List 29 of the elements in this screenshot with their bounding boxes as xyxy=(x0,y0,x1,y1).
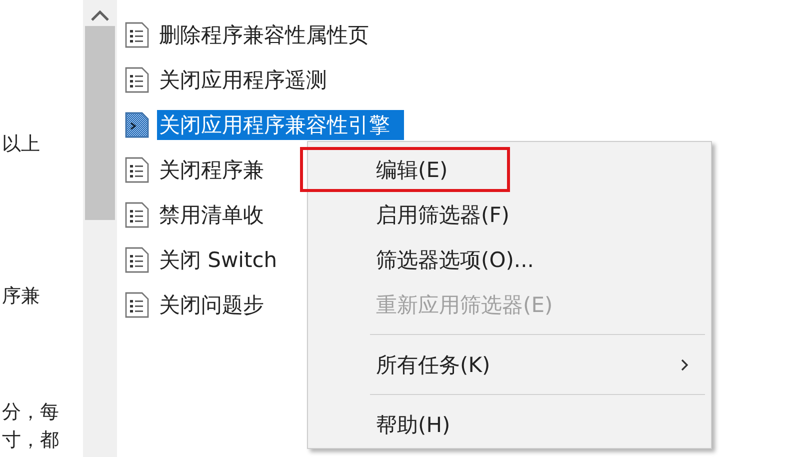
policy-setting-icon xyxy=(125,156,149,182)
policy-label: 禁用清单收 xyxy=(158,202,265,228)
policy-setting-icon xyxy=(125,246,149,272)
policy-label: 删除程序兼容性属性页 xyxy=(158,22,370,48)
policy-setting-icon xyxy=(125,112,149,138)
scrollbar[interactable] xyxy=(83,0,117,457)
policy-item[interactable]: 删除程序兼容性属性页 xyxy=(125,12,404,57)
policy-label: 关闭应用程序遥测 xyxy=(158,66,328,94)
menu-item[interactable]: 编辑(E) xyxy=(300,147,510,192)
description-text: 序兼 xyxy=(2,284,40,308)
policy-label: 关闭问题步 xyxy=(158,292,265,318)
scrollbar-thumb[interactable] xyxy=(85,26,115,220)
menu-item[interactable]: 帮助(H) xyxy=(308,402,711,447)
menu-item[interactable]: 启用筛选器(F) xyxy=(308,192,711,237)
policy-setting-icon xyxy=(125,292,149,318)
description-text: 以上 xyxy=(2,132,40,156)
policy-item[interactable]: 关闭应用程序兼容性引擎 xyxy=(125,102,404,147)
menu-item[interactable]: 筛选器选项(O)... xyxy=(308,237,711,282)
policy-setting-icon xyxy=(125,22,149,48)
policy-label: 关闭 Switch xyxy=(158,246,278,274)
policy-label: 关闭程序兼 xyxy=(158,156,265,184)
scroll-up-icon[interactable] xyxy=(90,10,110,22)
menu-item[interactable]: 所有任务(K) xyxy=(308,342,711,387)
policy-setting-icon xyxy=(125,202,149,228)
policy-item[interactable]: 关闭应用程序遥测 xyxy=(125,57,404,102)
policy-label: 关闭应用程序兼容性引擎 xyxy=(157,110,404,140)
policy-setting-icon xyxy=(125,66,149,92)
description-text: 寸，都 xyxy=(2,428,59,452)
description-text: 分，每 xyxy=(2,400,59,424)
